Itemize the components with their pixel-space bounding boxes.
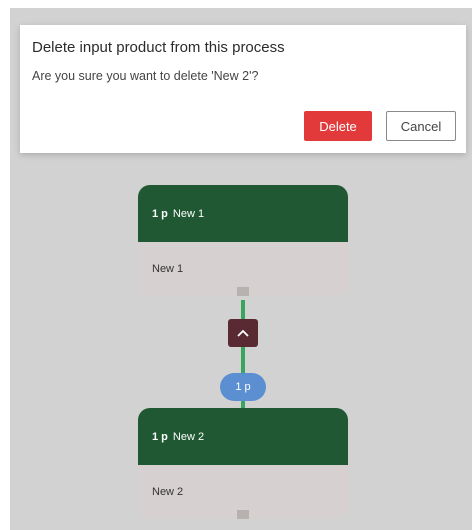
node-name: New 2 [172,430,205,443]
cancel-button[interactable]: Cancel [386,111,456,141]
collapse-button[interactable] [228,319,258,347]
dialog-message: Are you sure you want to delete 'New 2'? [32,69,259,83]
delete-confirmation-dialog: Delete input product from this process A… [20,25,466,153]
node-1-output-port[interactable] [237,287,249,296]
node-2-output-port[interactable] [237,510,249,519]
node-header: 1 p New 1 [138,185,348,242]
node-body-label: New 1 [152,263,184,275]
product-node-new-2[interactable]: 1 p New 2 New 2 [138,408,348,519]
node-quantity: 1 p [152,430,168,443]
dialog-title: Delete input product from this process [32,39,285,56]
node-header: 1 p New 2 [138,408,348,465]
delete-button[interactable]: Delete [304,111,372,141]
product-node-new-1[interactable]: 1 p New 1 New 1 [138,185,348,296]
node-body-label: New 2 [152,486,184,498]
node-name: New 1 [172,207,205,220]
node-quantity: 1 p [152,207,168,220]
link-quantity-badge[interactable]: 1 p [220,373,266,401]
chevron-up-icon [237,329,249,337]
